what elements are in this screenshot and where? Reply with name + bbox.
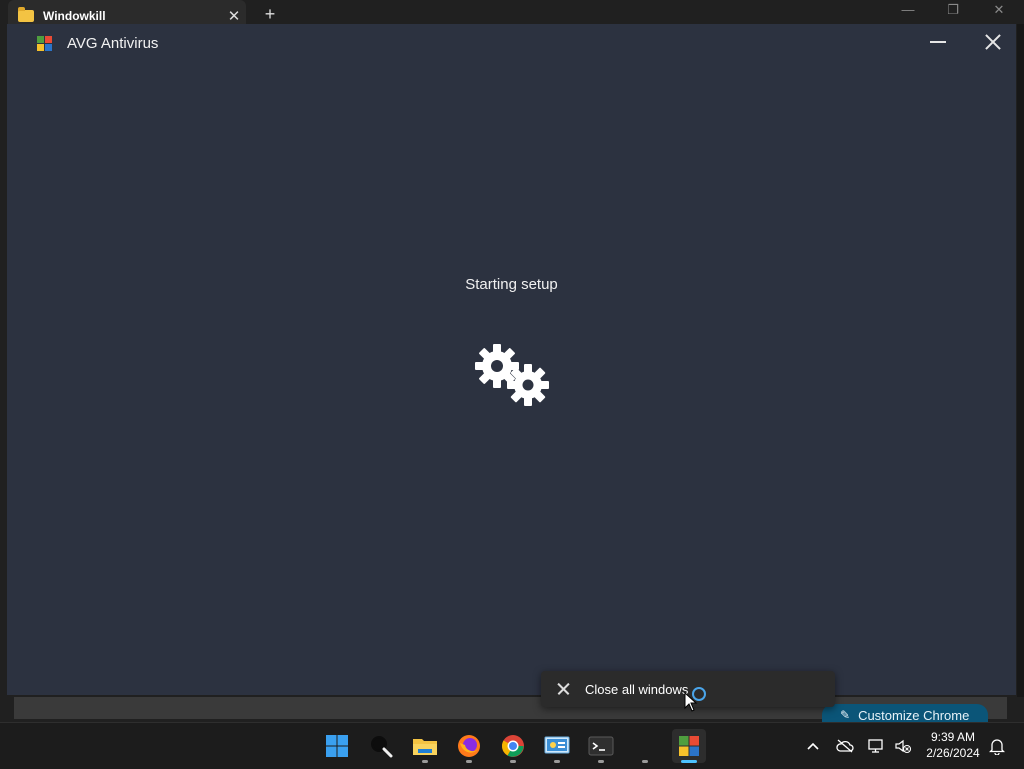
close-button[interactable] <box>981 30 1005 54</box>
pencil-icon: ✎ <box>840 708 851 722</box>
setup-status-text: Starting setup <box>465 276 558 293</box>
avg-icon <box>679 736 699 756</box>
customize-chrome-label: Customize Chrome <box>858 708 970 723</box>
explorer-maximize-button[interactable]: ❐ <box>938 2 968 18</box>
avg-installer-window: AVG Antivirus Starting setup <box>7 24 1016 695</box>
bell-icon <box>989 739 1005 755</box>
avg-active-indicator <box>681 760 697 763</box>
minimize-button[interactable] <box>927 30 949 54</box>
avg-logo-icon <box>37 36 52 51</box>
gears-icon <box>475 344 549 406</box>
chrome-icon <box>502 735 524 757</box>
blank-app-taskbar-button[interactable] <box>628 729 662 763</box>
new-tab-button[interactable]: + <box>258 4 282 25</box>
terminal-running-indicator <box>598 760 604 763</box>
file-explorer-running-indicator <box>422 760 428 763</box>
cloud-offline-icon <box>836 739 854 753</box>
control-panel-icon <box>544 736 570 754</box>
chevron-up-icon <box>807 742 819 750</box>
file-explorer-icon <box>413 739 437 755</box>
blank-app-running-indicator <box>642 760 648 763</box>
volume-muted-icon <box>895 739 912 754</box>
window-title: AVG Antivirus <box>67 35 159 52</box>
network-tray-button[interactable] <box>865 723 887 769</box>
explorer-tab-title: Windowkill <box>43 9 106 23</box>
search-icon <box>371 736 393 758</box>
clock-date: 2/26/2024 <box>926 746 980 760</box>
file-explorer-taskbar-button[interactable] <box>408 729 442 763</box>
avg-taskbar-button[interactable] <box>672 729 706 763</box>
network-icon <box>868 739 883 753</box>
notifications-button[interactable] <box>986 723 1008 769</box>
close-icon <box>557 682 571 696</box>
clock-time: 9:39 AM <box>930 730 976 744</box>
control-panel-running-indicator <box>554 760 560 763</box>
explorer-close-button[interactable]: ✕ <box>984 2 1014 18</box>
close-all-windows-label: Close all windows <box>585 681 689 697</box>
folder-icon <box>18 7 34 22</box>
show-hidden-icons-button[interactable] <box>802 723 824 769</box>
volume-tray-button[interactable] <box>892 723 914 769</box>
chrome-taskbar-button[interactable] <box>496 729 530 763</box>
firefox-icon <box>458 735 480 757</box>
taskbar: 9:39 AM 2/26/2024 <box>0 722 1024 768</box>
firefox-running-indicator <box>466 760 472 763</box>
terminal-icon <box>588 736 614 756</box>
firefox-taskbar-button[interactable] <box>452 729 486 763</box>
windows-start-icon <box>326 735 348 757</box>
tab-close-button[interactable]: ✕ <box>222 7 246 25</box>
control-panel-taskbar-button[interactable] <box>540 729 574 763</box>
terminal-taskbar-button[interactable] <box>584 729 618 763</box>
search-button[interactable] <box>364 729 398 763</box>
mouse-cursor-icon <box>684 692 698 712</box>
onedrive-tray-button[interactable] <box>834 723 856 769</box>
start-button[interactable] <box>320 729 354 763</box>
explorer-minimize-button[interactable]: — <box>893 2 923 17</box>
background-window-edge <box>1017 24 1024 697</box>
chrome-running-indicator <box>510 760 516 763</box>
clock[interactable]: 9:39 AM 2/26/2024 <box>918 729 988 761</box>
